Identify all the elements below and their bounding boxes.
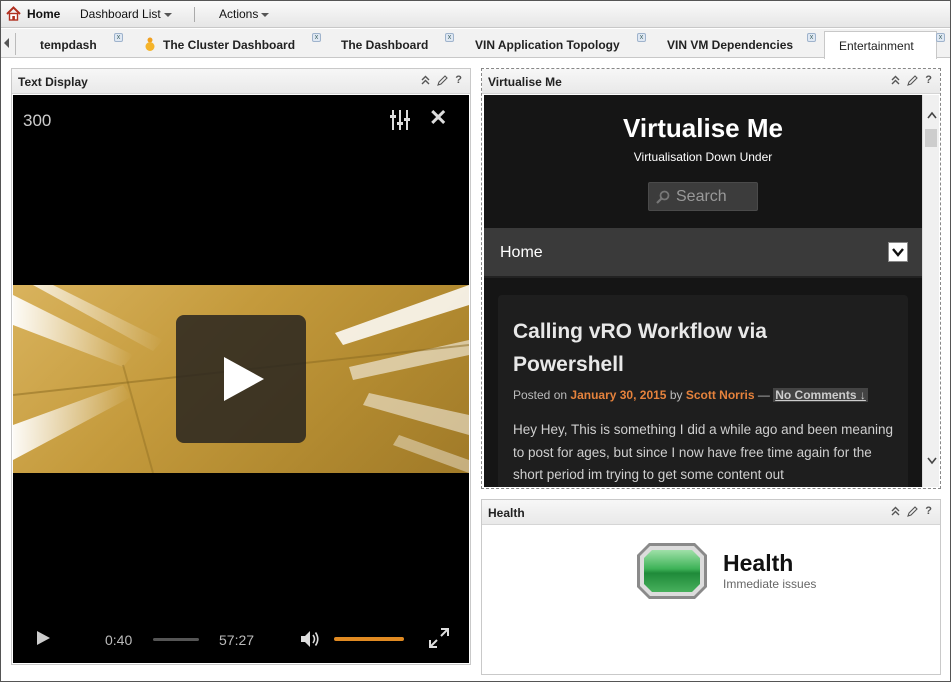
tab-the-dashboard[interactable]: The Dashboard: [341, 38, 428, 52]
tab-vin-vm-dependencies[interactable]: VIN VM Dependencies: [667, 38, 793, 52]
volume-icon[interactable]: [299, 629, 321, 649]
portlet-title: Text Display: [18, 75, 88, 89]
video-counter: 300: [23, 111, 52, 130]
video-controls: 0:40 57:27: [13, 625, 469, 655]
health-status-icon: [637, 543, 707, 599]
actions-label: Actions: [219, 7, 259, 21]
by-label: by: [669, 388, 683, 402]
portlet-title: Virtualise Me: [488, 75, 562, 89]
collapse-icon[interactable]: [891, 75, 900, 85]
close-icon[interactable]: x: [114, 33, 123, 42]
health-title: Health: [723, 550, 794, 576]
duration: 57:27: [219, 632, 255, 648]
posted-on-label: Posted on: [513, 388, 568, 402]
post-title[interactable]: Calling vRO Workflow via Powershell: [513, 315, 873, 381]
comments-link[interactable]: No Comments ↓: [773, 388, 868, 402]
portlet-tools: ?: [891, 505, 932, 517]
settings-sliders-icon[interactable]: [389, 109, 411, 131]
post-body: Hey Hey, This is something I did a while…: [513, 422, 893, 482]
dashboard-list-label: Dashboard List: [80, 7, 161, 21]
tab-entertainment-label: Entertainment: [839, 39, 914, 53]
scroll-down-icon[interactable]: [927, 457, 937, 465]
tab-vin-application-topology[interactable]: VIN Application Topology: [475, 38, 620, 52]
actions-menu[interactable]: Actions: [219, 7, 270, 21]
tab-cluster-dashboard[interactable]: The Cluster Dashboard: [163, 38, 295, 52]
play-button[interactable]: [176, 315, 306, 443]
post-meta: Posted on January 30, 2015 by Scott Norr…: [513, 388, 868, 402]
nav-home-link[interactable]: Home: [500, 244, 543, 262]
dashboard-list-menu[interactable]: Dashboard List: [80, 7, 172, 21]
health-subtitle: Immediate issues: [723, 577, 817, 591]
nav-menu-toggle[interactable]: [888, 242, 908, 262]
collapse-icon[interactable]: [421, 75, 430, 85]
video-player[interactable]: 300 ✕ 0:40 57:27: [13, 95, 469, 663]
toolbar-divider: [194, 7, 195, 22]
home-button[interactable]: Home: [27, 7, 60, 21]
meta-dash: —: [757, 388, 770, 402]
search-icon: [656, 190, 670, 204]
play-icon: [224, 357, 264, 401]
site-tagline: Virtualisation Down Under: [633, 150, 773, 164]
volume-slider[interactable]: [334, 637, 404, 641]
portlet-header: Health ?: [482, 500, 940, 525]
portlet-header: Text Display ?: [12, 69, 470, 94]
tab-entertainment[interactable]: Entertainment: [824, 31, 937, 59]
help-icon[interactable]: ?: [455, 74, 462, 86]
chevron-down-icon: [261, 12, 270, 17]
play-icon[interactable]: [37, 631, 50, 645]
close-icon[interactable]: ✕: [429, 105, 447, 131]
close-icon[interactable]: x: [936, 33, 945, 42]
chevron-down-icon: [163, 12, 172, 17]
close-icon[interactable]: x: [807, 33, 816, 42]
collapse-icon[interactable]: [891, 506, 900, 516]
edit-icon[interactable]: [907, 505, 919, 517]
website-frame: Virtualise Me Virtualisation Down Under …: [484, 95, 922, 487]
portlet-title: Health: [488, 506, 525, 520]
scrollbar[interactable]: [922, 95, 939, 487]
help-icon[interactable]: ?: [925, 74, 932, 86]
scroll-left-icon[interactable]: [4, 38, 9, 48]
health-portlet: Health ?: [481, 499, 941, 675]
post-date-link[interactable]: January 30, 2015: [570, 388, 666, 402]
edit-icon[interactable]: [437, 74, 449, 86]
progress-slider[interactable]: [153, 638, 199, 641]
volume-level: [334, 637, 404, 641]
scroll-up-icon[interactable]: [927, 111, 937, 119]
video-frame: [13, 285, 469, 473]
home-icon[interactable]: [6, 6, 21, 21]
edit-icon[interactable]: [907, 74, 919, 86]
dashboard-tab-bar: tempdash x The Cluster Dashboard x The D…: [1, 29, 950, 59]
help-icon[interactable]: ?: [925, 505, 932, 517]
portlet-tools: ?: [891, 74, 932, 86]
close-icon[interactable]: x: [312, 33, 321, 42]
tab-tempdash[interactable]: tempdash: [40, 38, 97, 52]
blog-post: Calling vRO Workflow via Powershell Post…: [498, 295, 908, 487]
author-link[interactable]: Scott Norris: [686, 388, 755, 402]
chevron-down-icon: [892, 248, 904, 257]
cluster-icon: [145, 37, 155, 51]
tab-divider: [15, 33, 16, 55]
fullscreen-icon[interactable]: [428, 627, 450, 649]
current-time: 0:40: [105, 632, 133, 648]
site-title[interactable]: Virtualise Me: [484, 113, 922, 144]
top-toolbar: Home Dashboard List Actions: [1, 1, 950, 28]
scrollbar-thumb[interactable]: [925, 129, 937, 147]
close-icon[interactable]: x: [637, 33, 646, 42]
portlet-header: Virtualise Me ?: [482, 69, 940, 94]
site-nav: Home: [484, 228, 922, 278]
close-icon[interactable]: x: [445, 33, 454, 42]
portlet-tools: ?: [421, 74, 462, 86]
